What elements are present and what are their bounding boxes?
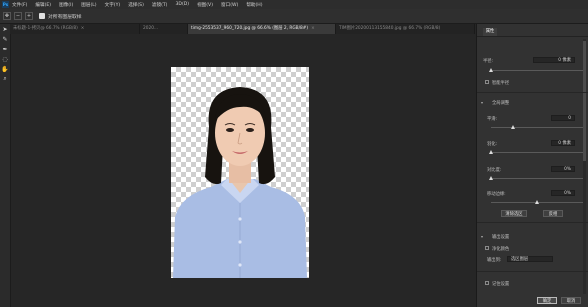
toolbar: ➤ ✎ ✒ ◌ ✋ ⌕ — [0, 24, 11, 307]
remember-settings-label: 记住设置 — [492, 282, 510, 287]
tab-document-active[interactable]: timg-2553537_960_720.jpg @ 66.6% (图层 2, … — [188, 24, 336, 34]
tab-label: 未标题-1-拷贝@ 66.7% (RGB/8) — [13, 26, 78, 31]
smart-radius-label: 智能半径 — [492, 81, 510, 86]
shift-edge-label: 移动边缘: — [487, 192, 506, 197]
lasso-icon[interactable]: ◌ — [0, 54, 10, 64]
menu-file[interactable]: 文件(F) — [12, 2, 27, 8]
chevron-down-icon[interactable]: ▾ — [481, 234, 483, 239]
output-settings-heading: 输出设置 — [492, 235, 510, 240]
slider-thumb[interactable] — [489, 68, 493, 72]
cancel-button[interactable]: 取消 — [561, 297, 581, 304]
menu-window[interactable]: 窗口(W) — [221, 2, 238, 8]
menu-bar: Ps 文件(F) 编辑(E) 图像(I) 图层(L) 文字(Y) 选择(S) 滤… — [0, 0, 588, 9]
close-icon[interactable]: × — [81, 26, 85, 31]
contrast-label: 对比度: — [487, 168, 502, 173]
decontaminate-checkbox[interactable] — [485, 246, 489, 250]
tab-document-1[interactable]: 未标题-1-拷贝@ 66.7% (RGB/8) × — [10, 24, 140, 34]
document-tabs: 未标题-1-拷贝@ 66.7% (RGB/8) × 2020... timg-25… — [10, 24, 475, 34]
feather-slider[interactable] — [489, 150, 583, 154]
menu-3d[interactable]: 3D(D) — [175, 2, 189, 7]
radius-input[interactable]: 0 像素 — [533, 57, 575, 63]
properties-panel: 属性 半径: 0 像素 智能半径 ▾ 全局调整 平滑: 0 羽化: 0 像素 对… — [476, 24, 588, 307]
arrow-icon[interactable]: ➤ — [0, 24, 10, 34]
tab-document-2[interactable]: 2020... — [140, 24, 188, 34]
contrast-input[interactable]: 0% — [551, 166, 575, 172]
tab-document-4[interactable]: TIM图片20200113155840.jpg @ 66.7% (RGB/8) — [336, 24, 475, 34]
radius-slider[interactable] — [489, 68, 583, 72]
hand-icon[interactable]: ✋ — [0, 64, 10, 74]
menu-help[interactable]: 帮助(H) — [246, 2, 262, 8]
output-to-select[interactable]: 选区图层 — [507, 256, 553, 262]
divider — [477, 271, 588, 272]
tab-label: timg-2553537_960_720.jpg @ 66.6% (图层 2, … — [191, 26, 309, 31]
feather-input[interactable]: 0 像素 — [551, 140, 575, 146]
smooth-label: 平滑: — [487, 117, 498, 122]
radius-label: 半径: — [483, 59, 494, 64]
tab-label: TIM图片20200113155840.jpg @ 66.7% (RGB/8) — [339, 26, 441, 31]
tab-properties[interactable]: 属性 — [483, 28, 497, 36]
close-icon[interactable]: × — [311, 26, 315, 31]
slider-thumb[interactable] — [489, 150, 493, 154]
contrast-slider[interactable] — [489, 176, 583, 180]
divider — [477, 92, 588, 93]
panel-divider — [477, 36, 588, 37]
ok-button[interactable]: 确定 — [537, 297, 557, 304]
slider-thumb[interactable] — [535, 200, 539, 204]
menu-type[interactable]: 文字(Y) — [105, 2, 121, 8]
move-icon[interactable]: ✥ — [3, 12, 11, 20]
sample-all-layers-label: 对所有图层取样 — [48, 14, 82, 20]
scrollbar-thumb[interactable] — [583, 41, 586, 161]
portrait-image — [173, 87, 307, 278]
clear-selection-button[interactable]: 清除选区 — [501, 210, 527, 217]
global-adjust-heading: 全局调整 — [492, 101, 510, 106]
shift-edge-slider[interactable] — [491, 200, 583, 204]
menu-view[interactable]: 视图(V) — [197, 2, 213, 8]
remember-settings-checkbox[interactable] — [485, 281, 489, 285]
shift-edge-input[interactable]: 0% — [551, 190, 575, 196]
smooth-slider[interactable] — [491, 125, 583, 129]
menu-image[interactable]: 图像(I) — [59, 2, 73, 8]
feather-label: 羽化: — [487, 142, 498, 147]
menu-edit[interactable]: 编辑(E) — [35, 2, 51, 8]
add-icon[interactable]: + — [25, 12, 33, 20]
canvas-area[interactable] — [11, 34, 475, 307]
panel-scrollbar[interactable] — [583, 39, 586, 294]
smart-radius-checkbox[interactable] — [485, 80, 489, 84]
divider — [477, 222, 588, 223]
sample-all-layers-checkbox[interactable] — [39, 13, 45, 19]
tab-label: 2020... — [143, 26, 159, 31]
chevron-down-icon[interactable]: ▾ — [481, 100, 483, 105]
pen-icon[interactable]: ✒ — [0, 44, 10, 54]
menu-select[interactable]: 选择(S) — [128, 2, 144, 8]
decontaminate-label: 净化颜色 — [492, 247, 510, 252]
options-bar: ✥ − + 对所有图层取样 — [0, 9, 588, 24]
brush-icon[interactable]: ✎ — [0, 34, 10, 44]
menu-layer[interactable]: 图层(L) — [81, 2, 96, 8]
invert-button[interactable]: 反相 — [543, 210, 563, 217]
zoom-icon[interactable]: ⌕ — [0, 74, 10, 84]
portrait-photo[interactable] — [171, 67, 309, 278]
subtract-icon[interactable]: − — [14, 12, 22, 20]
menu-filter[interactable]: 滤镜(T) — [152, 2, 168, 8]
slider-thumb[interactable] — [489, 176, 493, 180]
slider-thumb[interactable] — [511, 125, 515, 129]
output-to-label: 输出到: — [487, 258, 502, 263]
smooth-input[interactable]: 0 — [551, 115, 575, 121]
photoshop-logo-icon: Ps — [2, 1, 9, 8]
